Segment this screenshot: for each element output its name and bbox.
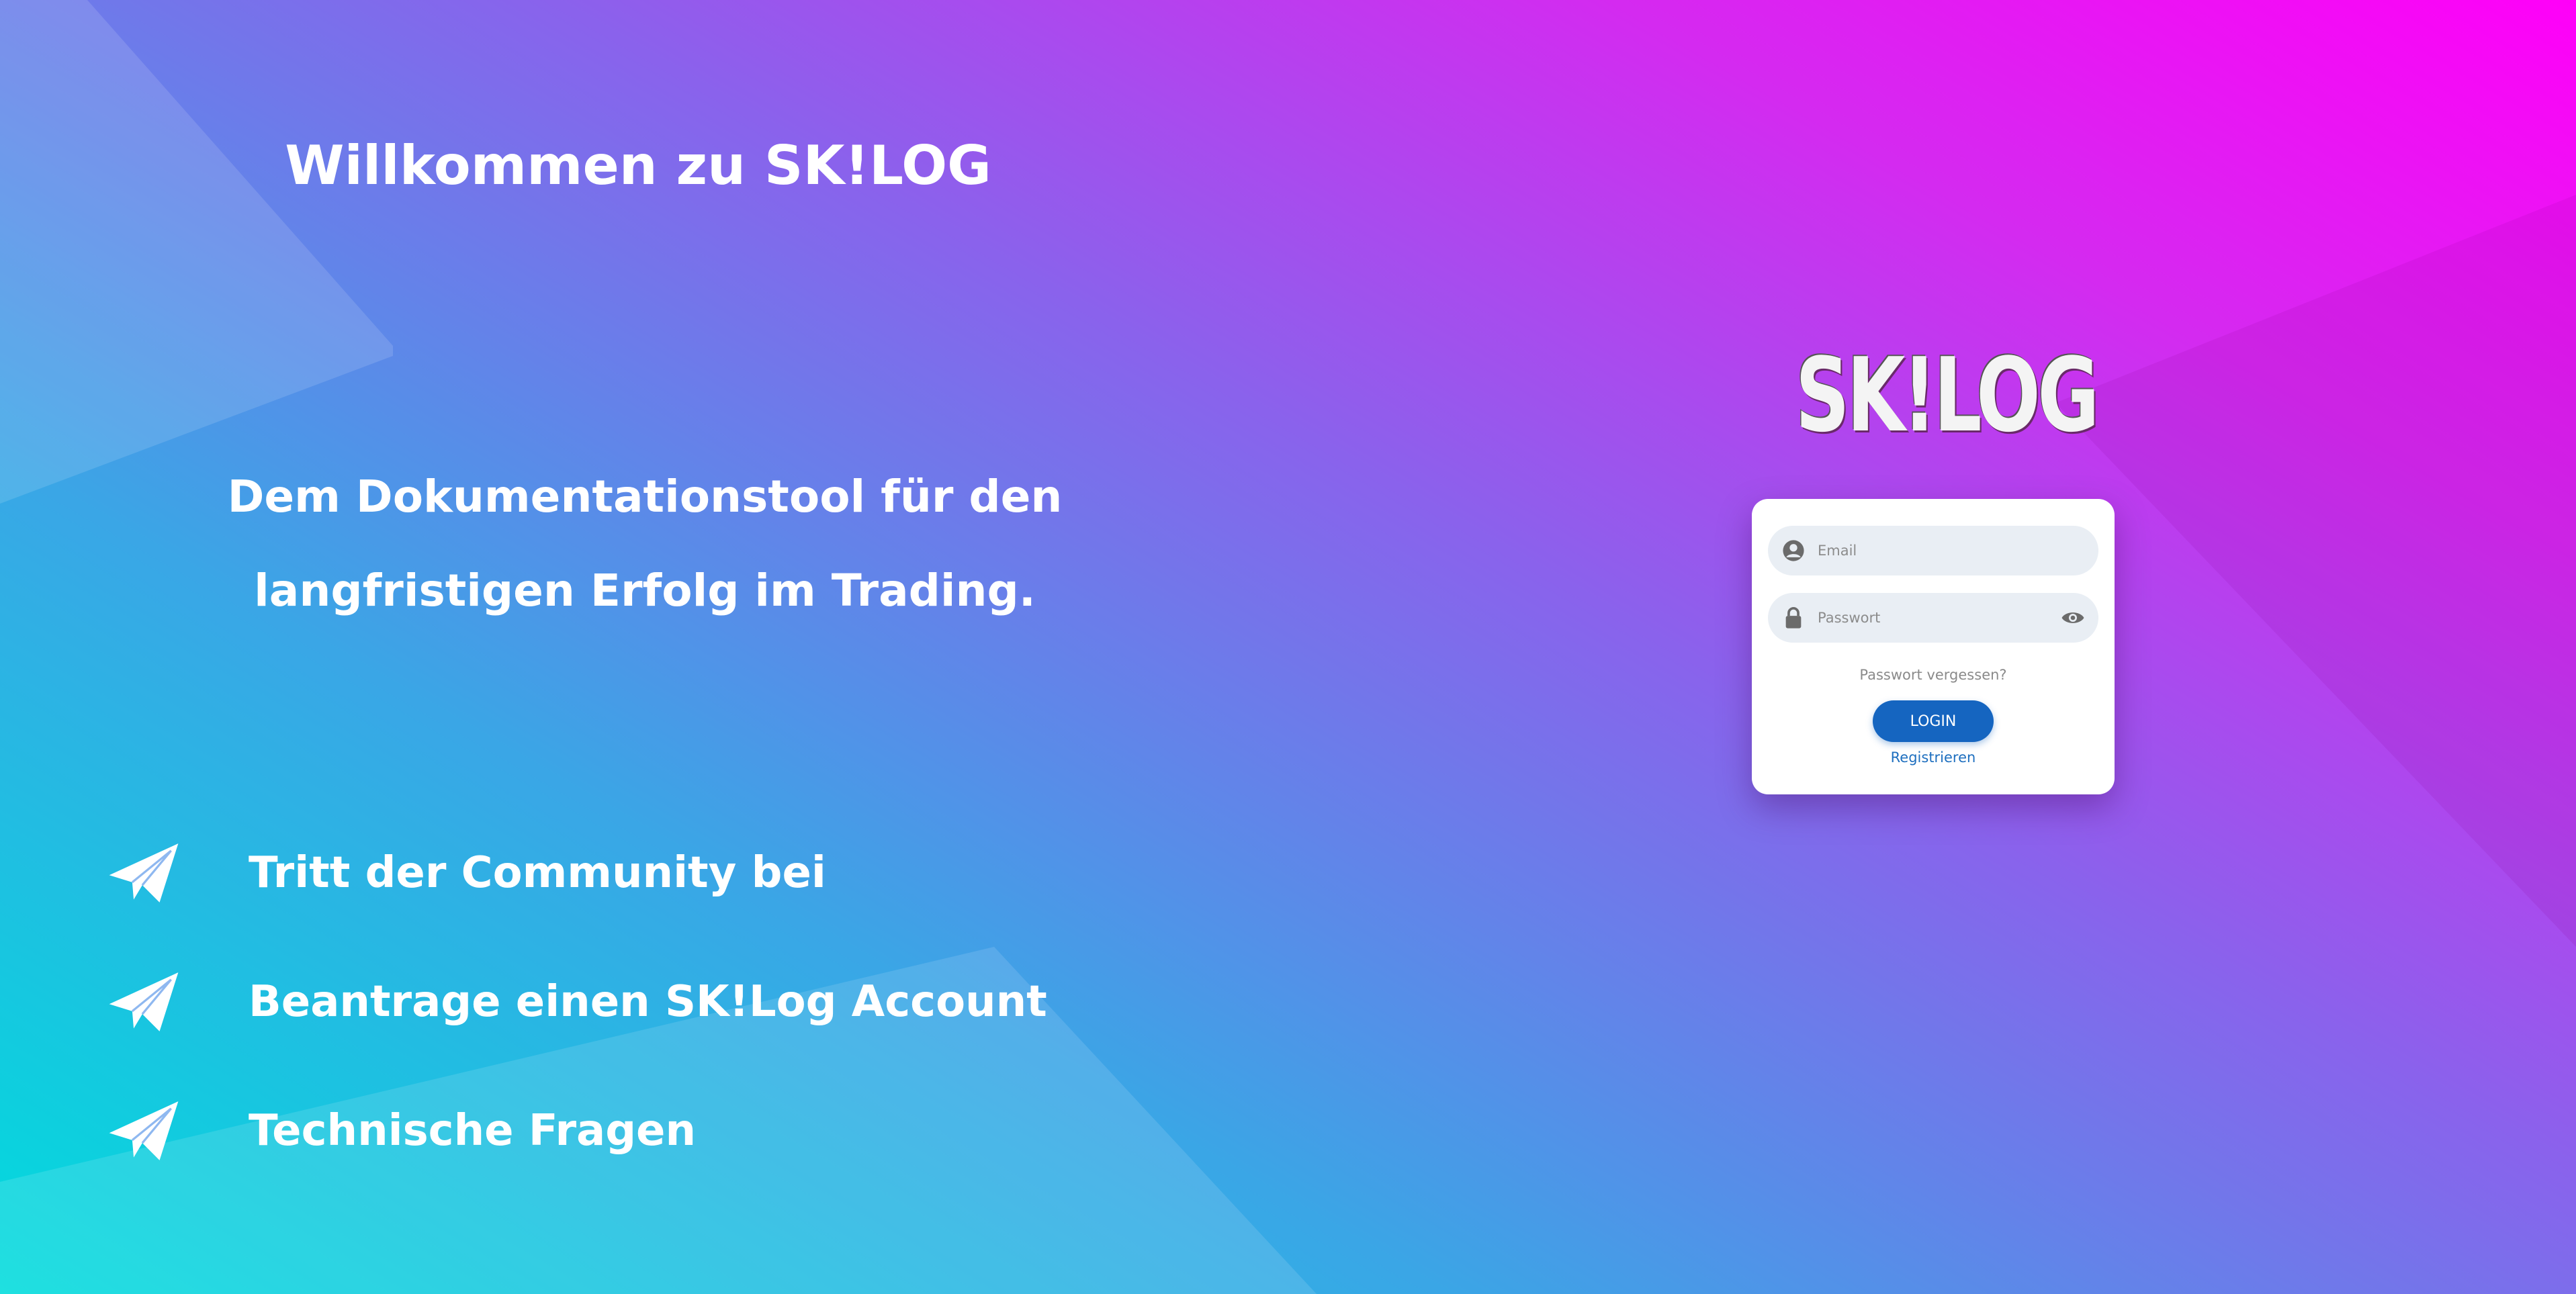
login-card: Passwort vergessen? LOGIN Registrieren xyxy=(1752,499,2115,794)
tagline-line-2: langfristigen Erfolg im Trading. xyxy=(254,565,1036,616)
password-input[interactable] xyxy=(1816,597,2059,639)
tech-questions-link[interactable]: Technische Fragen xyxy=(107,1097,1047,1164)
tagline-line-1: Dem Dokumentationstool für den xyxy=(227,471,1063,522)
account-request-link[interactable]: Beantrage einen SK!Log Account xyxy=(107,968,1047,1035)
contact-links: Tritt der Community bei Beantrage einen … xyxy=(107,839,1047,1226)
email-field xyxy=(1768,526,2098,575)
telegram-icon xyxy=(107,839,183,907)
email-input[interactable] xyxy=(1816,530,2098,571)
user-icon xyxy=(1780,537,1807,564)
register-link[interactable]: Registrieren xyxy=(1752,749,2115,766)
eye-icon[interactable] xyxy=(2059,604,2086,631)
community-link[interactable]: Tritt der Community bei xyxy=(107,839,1047,907)
account-request-link-label: Beantrage einen SK!Log Account xyxy=(249,977,1047,1027)
login-button[interactable]: LOGIN xyxy=(1873,700,1994,742)
lock-icon xyxy=(1780,604,1807,631)
telegram-icon xyxy=(107,1097,183,1164)
community-link-label: Tritt der Community bei xyxy=(249,848,826,898)
tagline: Dem Dokumentationstool für den langfrist… xyxy=(0,450,1290,638)
password-field xyxy=(1768,593,2098,643)
page-title: Willkommen zu SK!LOG xyxy=(285,134,991,197)
forgot-password-link[interactable]: Passwort vergessen? xyxy=(1752,667,2115,683)
skilog-logo: SK!LOG xyxy=(1795,336,2100,455)
tech-questions-link-label: Technische Fragen xyxy=(249,1106,696,1156)
telegram-icon xyxy=(107,968,183,1035)
